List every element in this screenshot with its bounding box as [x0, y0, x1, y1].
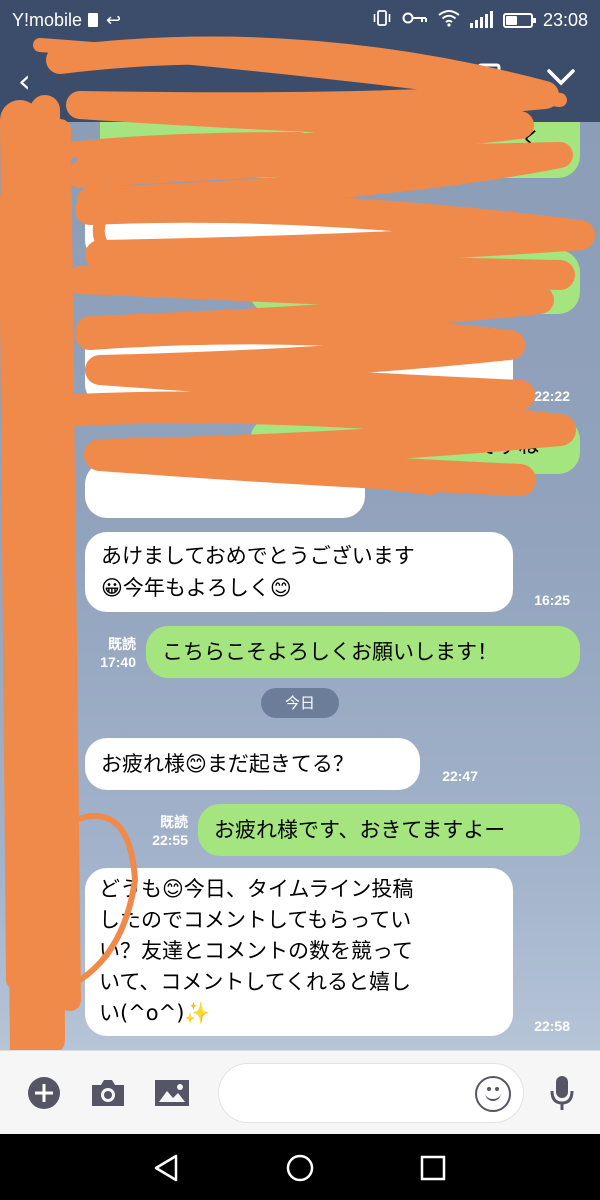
incoming-bubble-hidden: [85, 328, 513, 406]
menu-icon[interactable]: [475, 62, 503, 100]
message-time: 22:55: [152, 832, 188, 848]
outgoing-bubble-hidden: [250, 250, 580, 314]
image-icon[interactable]: [152, 1073, 192, 1113]
message-time: 22:47: [442, 768, 478, 784]
wifi-icon: [438, 9, 460, 32]
chevron-down-icon[interactable]: [545, 62, 577, 100]
nav-home-icon[interactable]: [283, 1151, 317, 1185]
input-bar: [0, 1050, 600, 1134]
read-receipt: 既読: [160, 814, 188, 830]
fragment-text: ですねー: [476, 434, 560, 458]
read-time-partial: 57: [76, 160, 92, 176]
back-chevron-icon[interactable]: ‹: [18, 62, 31, 100]
message-input-wrapper: [218, 1063, 524, 1123]
microphone-icon[interactable]: [542, 1073, 582, 1113]
message-time: 22:58: [534, 1018, 570, 1034]
vibrate-icon: [372, 9, 392, 32]
chat-header: ‹: [0, 40, 600, 122]
message-time: 17:40: [100, 654, 136, 670]
incoming-bubble-hidden: [85, 462, 365, 518]
clock: 23:08: [542, 9, 588, 30]
outgoing-bubble-partial: く: [100, 122, 580, 178]
outgoing-message[interactable]: こちらこそよろしくお願いします！: [146, 626, 580, 678]
navigation-bar: [0, 1134, 600, 1200]
emoji-icon[interactable]: [475, 1076, 511, 1112]
camera-icon[interactable]: [88, 1073, 128, 1113]
read-receipt: 既読: [108, 636, 136, 652]
battery-fill: [505, 15, 517, 25]
chat-area[interactable]: く 57 22:22 ですねー あけましておめでとうございます 😀今年もよろしく…: [0, 122, 600, 1050]
incoming-message[interactable]: あけましておめでとうございます 😀今年もよろしく😊: [85, 532, 513, 612]
key-icon: [402, 10, 428, 30]
message-input[interactable]: [219, 1064, 459, 1122]
outgoing-message[interactable]: お疲れ様です、おきてますよー: [198, 804, 580, 856]
message-time: 16:25: [534, 592, 570, 608]
incoming-message[interactable]: お疲れ様😊まだ起きてる？: [85, 738, 420, 790]
carrier-label: Y!mobile: [12, 9, 83, 30]
battery-icon: [502, 12, 536, 28]
status-bar: Y!mobile ↩ 23:08: [0, 0, 600, 40]
nav-recents-icon[interactable]: [416, 1151, 450, 1185]
plus-icon[interactable]: [24, 1073, 64, 1113]
phone-icon[interactable]: [395, 62, 425, 100]
back-arrow-icon: ↩: [106, 9, 122, 31]
signal-icon: [469, 11, 493, 28]
sim-icon: [88, 13, 99, 27]
fragment-text: く: [521, 128, 542, 152]
nav-back-icon[interactable]: [150, 1151, 184, 1185]
date-separator: 今日: [261, 688, 339, 718]
incoming-message[interactable]: どうも😊今日、タイムライン投稿 したのでコメントしてもらってい い？友達とコメン…: [85, 868, 513, 1036]
message-time: 22:22: [534, 388, 570, 404]
